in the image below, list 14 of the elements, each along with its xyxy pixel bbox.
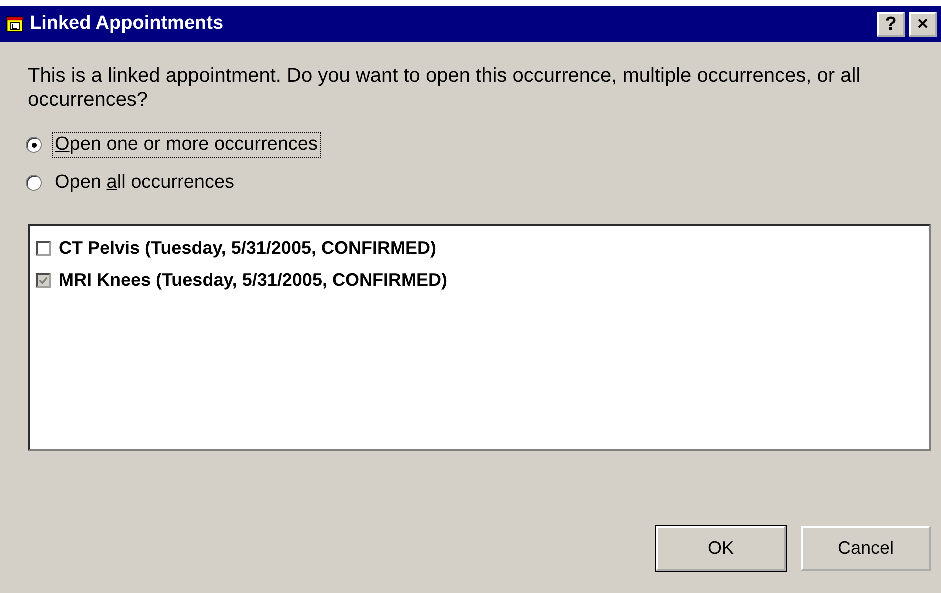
window-title: Linked Appointments [30, 13, 225, 35]
checkbox[interactable] [36, 240, 51, 256]
help-button[interactable]: ? [877, 12, 905, 36]
message-text: This is a linked appointment. Do you want to open this occurrence, multiple occurrences, or all occurrences? [28, 64, 862, 112]
option-label[interactable]: Open all occurrences [52, 170, 238, 196]
radio-button[interactable] [26, 137, 42, 153]
radio-button[interactable] [26, 175, 42, 191]
dialog-button[interactable]: Cancel [801, 526, 931, 571]
calendar-icon [6, 15, 24, 33]
close-button[interactable]: × [909, 12, 937, 36]
occurrence-label: MRI Knees (Tuesday, 5/31/2005, CONFIRMED) [59, 270, 448, 290]
occurrence-label: CT Pelvis (Tuesday, 5/31/2005, CONFIRMED) [59, 238, 436, 258]
dialog-button[interactable]: OK [656, 526, 786, 571]
option-label[interactable]: Open one or more occurrences [52, 132, 321, 158]
